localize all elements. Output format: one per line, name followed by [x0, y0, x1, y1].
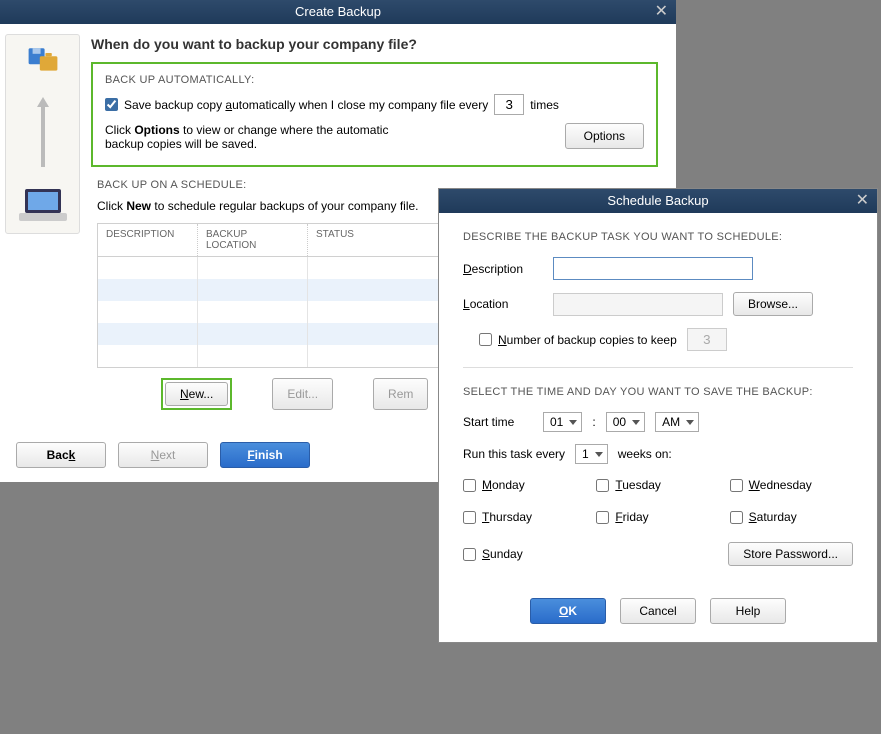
saturday-checkbox[interactable] [730, 511, 743, 524]
save-auto-count-input[interactable] [494, 94, 524, 115]
page-heading: When do you want to backup your company … [91, 36, 658, 52]
description-input[interactable] [553, 257, 753, 280]
laptop-icon [19, 187, 67, 223]
save-auto-checkbox[interactable] [105, 98, 118, 111]
col-location: BACKUP LOCATION [198, 224, 308, 256]
ampm-select[interactable]: AM [655, 412, 699, 432]
wednesday-checkbox[interactable] [730, 479, 743, 492]
close-icon[interactable]: ✕ [655, 0, 668, 24]
thursday-label: Thursday [482, 510, 532, 524]
time-colon: : [592, 415, 595, 429]
times-label: times [530, 98, 559, 112]
divider [463, 367, 853, 368]
wizard-sidebar [0, 24, 85, 428]
remove-button[interactable]: Rem [373, 378, 428, 410]
disk-briefcase-icon [27, 45, 59, 77]
schedule-backup-title: Schedule Backup [607, 193, 708, 208]
schedule-backup-window: Schedule Backup ✕ DESCRIBE THE BACKUP TA… [438, 188, 878, 643]
create-backup-titlebar: Create Backup ✕ [0, 0, 676, 24]
wednesday-label: Wednesday [749, 478, 812, 492]
edit-button[interactable]: Edit... [272, 378, 333, 410]
sunday-checkbox[interactable] [463, 548, 476, 561]
new-button[interactable]: New... [165, 382, 228, 406]
col-description: DESCRIPTION [98, 224, 198, 256]
next-button[interactable]: Next [118, 442, 208, 468]
sunday-label: Sunday [482, 547, 523, 561]
schedule-dialog-footer: OK Cancel Help [439, 584, 877, 642]
weeks-on-label: weeks on: [618, 447, 672, 461]
thursday-checkbox[interactable] [463, 511, 476, 524]
options-button[interactable]: Options [565, 123, 644, 149]
options-hint-text: Click Options to view or change where th… [105, 123, 425, 151]
ok-button[interactable]: OK [530, 598, 606, 624]
time-section-title: SELECT THE TIME AND DAY YOU WANT TO SAVE… [463, 386, 853, 398]
friday-checkbox[interactable] [596, 511, 609, 524]
minute-select[interactable]: 00 [606, 412, 645, 432]
hour-select[interactable]: 01 [543, 412, 582, 432]
start-time-label: Start time [463, 415, 533, 429]
close-icon[interactable]: ✕ [856, 189, 869, 213]
days-grid: Monday Tuesday Wednesday Thursday Friday… [463, 478, 853, 566]
describe-section-title: DESCRIBE THE BACKUP TASK YOU WANT TO SCH… [463, 231, 853, 243]
run-every-label: Run this task every [463, 447, 565, 461]
num-copies-label: Number of backup copies to keep [498, 333, 677, 347]
store-password-button[interactable]: Store Password... [728, 542, 853, 566]
friday-label: Friday [615, 510, 648, 524]
create-backup-title: Create Backup [295, 4, 381, 19]
help-button[interactable]: Help [710, 598, 786, 624]
num-copies-input [687, 328, 727, 351]
location-input[interactable] [553, 293, 723, 316]
description-label: Description [463, 262, 543, 276]
backup-auto-group: BACK UP AUTOMATICALLY: Save backup copy … [91, 62, 658, 167]
saturday-label: Saturday [749, 510, 797, 524]
new-button-highlight: New... [161, 378, 232, 410]
monday-label: Monday [482, 478, 525, 492]
browse-button[interactable]: Browse... [733, 292, 813, 316]
location-label: Location [463, 297, 543, 311]
save-auto-label: Save backup copy automatically when I cl… [124, 98, 488, 112]
tuesday-label: Tuesday [615, 478, 661, 492]
weeks-select[interactable]: 1 [575, 444, 608, 464]
backup-auto-title: BACK UP AUTOMATICALLY: [105, 74, 644, 86]
arrow-up-icon [37, 97, 49, 107]
cancel-button[interactable]: Cancel [620, 598, 696, 624]
back-button[interactable]: Back [16, 442, 106, 468]
finish-button[interactable]: Finish [220, 442, 310, 468]
schedule-backup-titlebar: Schedule Backup ✕ [439, 189, 877, 213]
tuesday-checkbox[interactable] [596, 479, 609, 492]
monday-checkbox[interactable] [463, 479, 476, 492]
num-copies-checkbox[interactable] [479, 333, 492, 346]
